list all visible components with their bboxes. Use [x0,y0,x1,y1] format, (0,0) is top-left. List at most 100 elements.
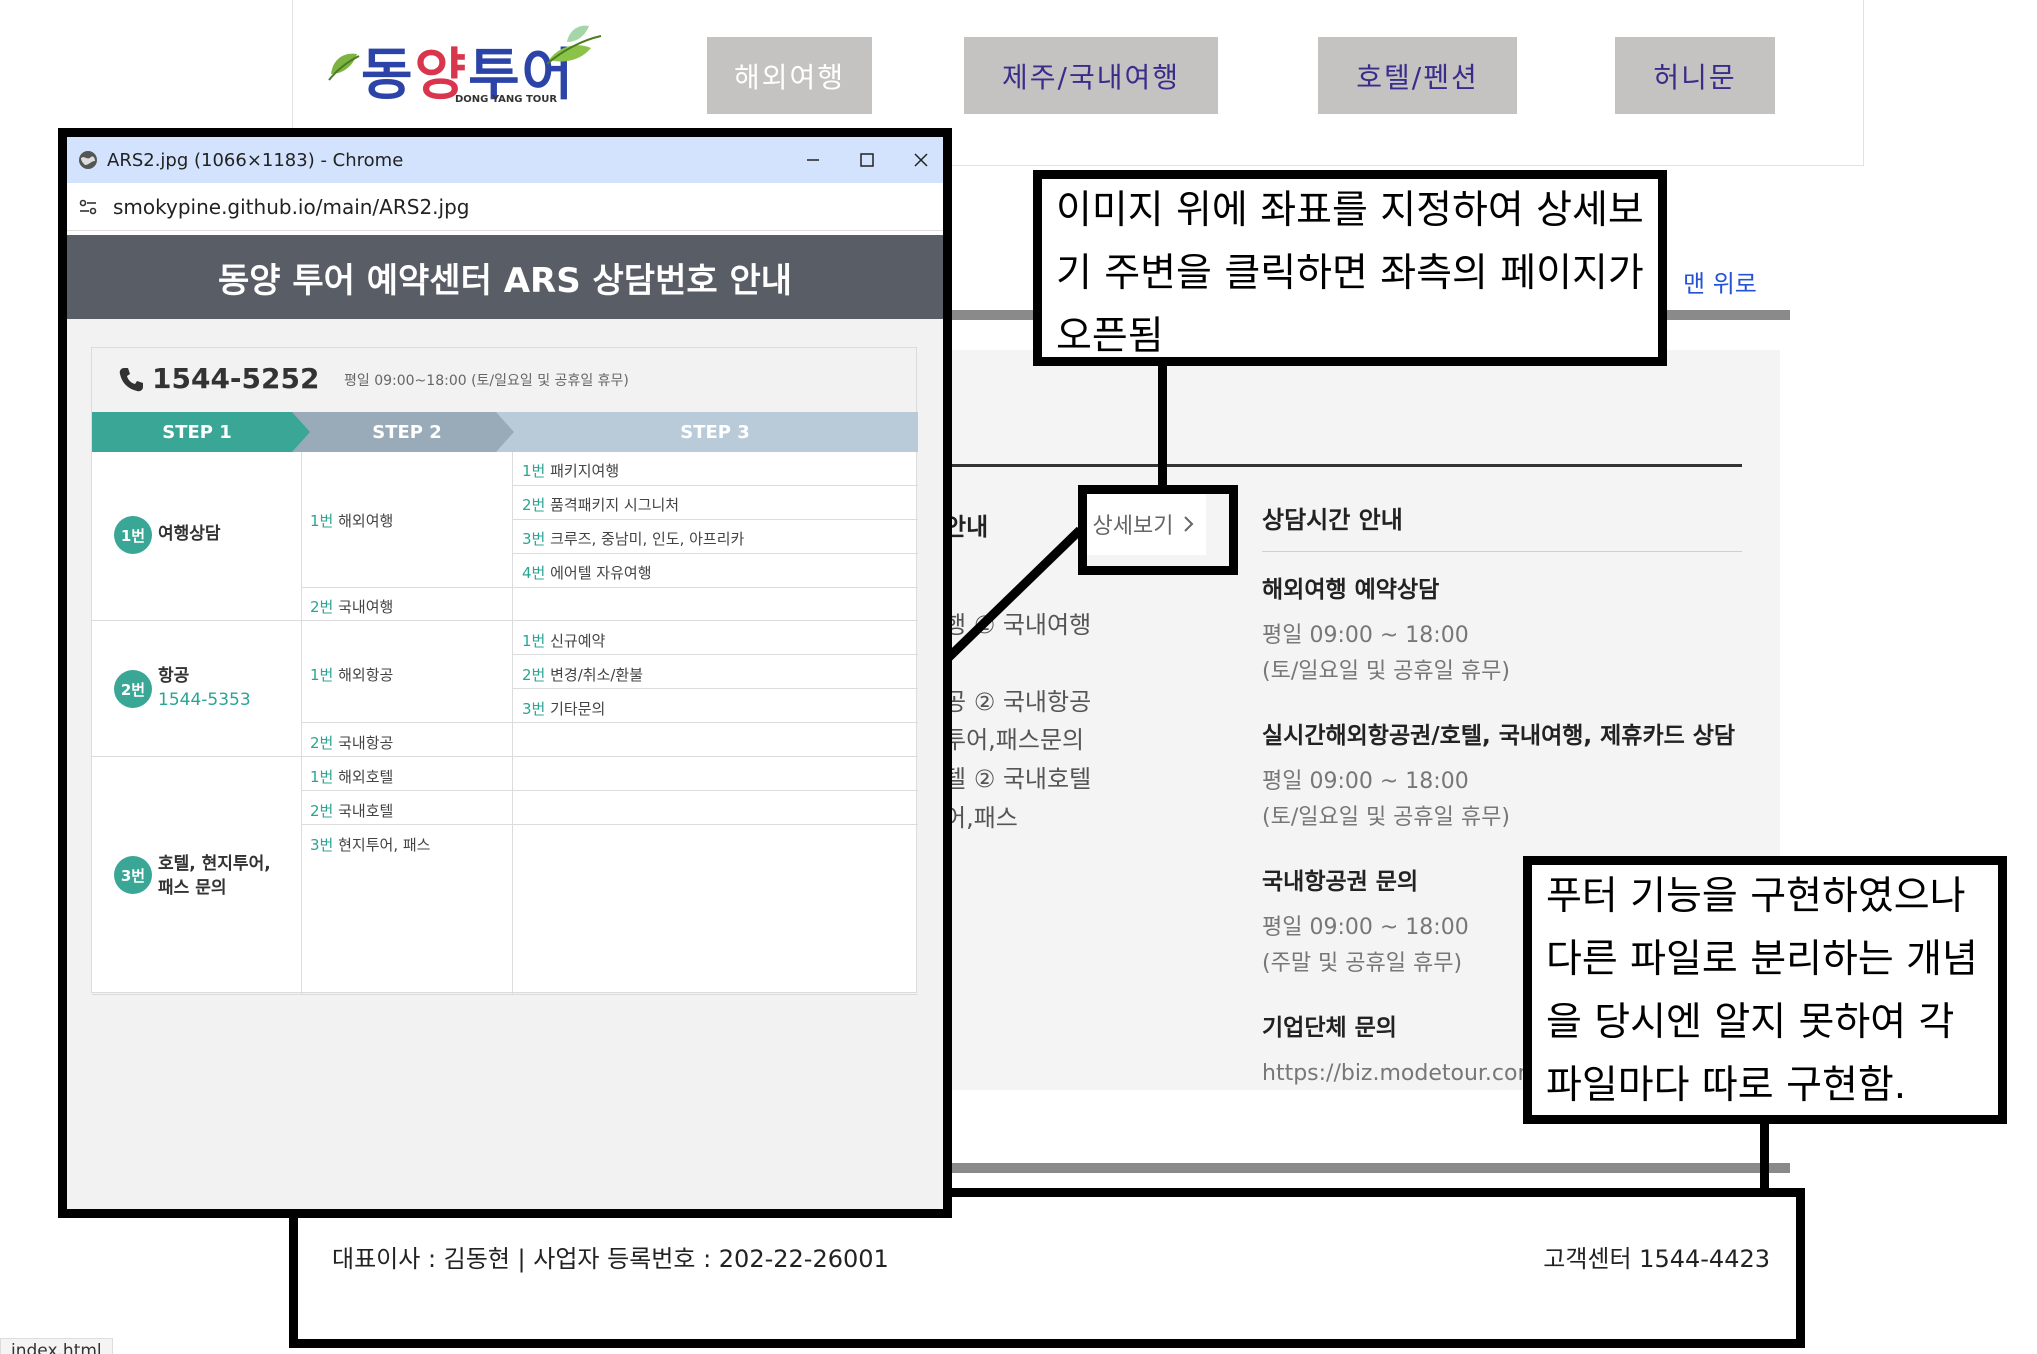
step-text: 국내호텔 [338,802,394,820]
step-num: 2번 [310,802,334,820]
minimize-button[interactable] [783,137,843,183]
step-num: 2번 [522,496,546,514]
category-label-1: 여행상담 [158,524,221,544]
col-divider-2 [512,452,513,994]
step3-cell: 4번 에어텔 자유여행 [522,562,652,583]
callout-line: 다른 파일로 분리하는 개념 [1546,937,1978,982]
ars-phone-number: 1544-5252 [152,362,320,395]
step-text: 품격패키지 시그니처 [550,496,680,514]
step2-cell: 2번 국내항공 [310,732,393,753]
ars-line-3: 투어,패스문의 [944,726,1085,754]
address-bar[interactable]: smokypine.github.io/main/ARS2.jpg [67,183,943,231]
nav-overseas-travel[interactable]: 해외여행 [707,37,872,114]
ars-card: 1544-5252 평일 09:00~18:00 (토/일요일 및 공휴일 휴무… [91,347,918,995]
leaf-left-icon [328,53,360,81]
section-note: (토/일요일 및 공휴일 휴무) [1262,659,1510,684]
step-3-label: STEP 3 [680,421,750,443]
ars-banner-title: 동양 투어 예약센터 ARS 상담번호 안내 [67,235,943,319]
ars-image-area: 1544-5252 평일 09:00~18:00 (토/일요일 및 공휴일 휴무… [67,319,943,1209]
window-titlebar[interactable]: ARS2.jpg (1066×1183) - Chrome [67,137,943,183]
step-text: 해외호텔 [338,768,394,786]
step2-cell: 1번 해외항공 [310,664,393,685]
callout-image-map: 이미지 위에 좌표를 지정하여 상세보 기 주변을 클릭하면 좌측의 페이지가 … [1033,170,1667,366]
row-divider [512,688,918,689]
minimize-icon [807,159,819,161]
step-num: 3번 [310,836,334,854]
step-num: 3번 [522,530,546,548]
step-num: 1번 [310,512,334,530]
logo[interactable]: 동양투어 DONG YANG TOUR [327,22,607,112]
leaf-right-icon [546,25,602,65]
phone-row: 1544-5252 평일 09:00~18:00 (토/일요일 및 공휴일 휴무… [92,348,916,412]
footer-company-info: 대표이사 : 김동현 | 사업자 등록번호 : 202-22-26001 [332,1245,889,1273]
callout-line: 기 주변을 클릭하면 좌측의 페이지가 [1056,251,1644,296]
step3-cell: 3번 기타문의 [522,698,605,719]
category-badge-3: 3번 [114,856,152,894]
section-title: 실시간해외항공권/호텔, 국내여행, 제휴카드 상담 [1262,723,1736,749]
chrome-popup-window[interactable]: ARS2.jpg (1066×1183) - Chrome smokypine.… [58,128,952,1218]
row-divider [512,485,918,486]
step3-cell: 3번 크루즈, 중남미, 인도, 아프리카 [522,528,744,549]
detail-view-highlight [1078,485,1238,575]
row-divider [301,722,918,723]
nav-honeymoon[interactable]: 허니문 [1615,37,1775,114]
back-to-top-link[interactable]: 맨 위로 [1683,264,1757,299]
section-hours: 평일 09:00 ~ 18:00 [1262,769,1469,794]
category-name-line2: 패스 문의 [158,878,227,898]
step3-cell: 2번 변경/취소/환불 [522,664,643,685]
url-text[interactable]: smokypine.github.io/main/ARS2.jpg [113,195,469,219]
step2-cell: 2번 국내호텔 [310,800,393,821]
step2-cell: 2번 국내여행 [310,596,393,617]
step-text: 해외항공 [338,666,394,684]
step-num: 2번 [310,734,334,752]
footer-customer-center: 고객센터 1544-4423 [1543,1245,1770,1273]
row-divider [92,994,918,995]
close-icon [914,153,928,167]
window-title: ARS2.jpg (1066×1183) - Chrome [107,149,404,171]
callout-connector-top [1158,360,1167,493]
callout-line: 푸터 기능을 구현하였으나 [1546,874,1966,919]
nav-jeju-domestic[interactable]: 제주/국내여행 [964,37,1218,114]
step-num: 2번 [522,666,546,684]
divider-bottom [940,1163,1790,1173]
step-num: 4번 [522,564,546,582]
section-title: 해외여행 예약상담 [1262,577,1440,603]
section-hours: 평일 09:00 ~ 18:00 [1262,623,1469,648]
maximize-button[interactable] [837,137,897,183]
category-name-line1: 호텔, 현지투어, [158,854,271,874]
category-label-2: 항공 1544-5353 [158,664,251,712]
step3-cell: 1번 신규예약 [522,630,605,651]
nav-hotel-pension[interactable]: 호텔/펜션 [1318,37,1517,114]
ars-line-5: 어,패스 [944,804,1018,832]
logo-subtitle: DONG YANG TOUR [455,94,558,105]
close-button[interactable] [891,137,951,183]
callout-line: 파일마다 따로 구현함. [1546,1063,1907,1108]
maximize-icon [860,153,874,167]
step-text: 크루즈, 중남미, 인도, 아프리카 [550,530,745,548]
step-num: 2번 [310,598,334,616]
step-text: 신규예약 [550,632,606,650]
status-bar-url: index.html [0,1338,113,1354]
category-badge-1: 1번 [114,516,152,554]
consult-section-realtime: 실시간해외항공권/호텔, 국내여행, 제휴카드 상담 평일 09:00 ~ 18… [1262,716,1742,836]
category-badge-2: 2번 [114,670,152,708]
row-divider [512,519,918,520]
step-num: 1번 [310,666,334,684]
step3-cell: 2번 품격패키지 시그니처 [522,494,679,515]
category-label-3: 호텔, 현지투어, 패스 문의 [158,852,271,900]
logo-char-1: 동 [361,43,415,108]
step2-cell: 1번 해외여행 [310,510,393,531]
step2-cell: 3번 현지투어, 패스 [310,834,430,855]
row-divider [92,620,918,621]
category-name: 항공 [158,666,190,686]
step-text: 현지투어, 패스 [338,836,431,854]
step-2-label: STEP 2 [372,421,442,443]
row-divider [92,756,918,757]
ars-line-4: 텔 ② 국내호텔 [944,765,1092,793]
row-divider [301,587,918,588]
ars-line-2: 공 ② 국내항공 [944,688,1092,716]
step-num: 1번 [310,768,334,786]
site-settings-icon[interactable] [77,196,99,218]
step-num: 1번 [522,632,546,650]
consult-hours-title: 상담시간 안내 [1262,500,1742,552]
